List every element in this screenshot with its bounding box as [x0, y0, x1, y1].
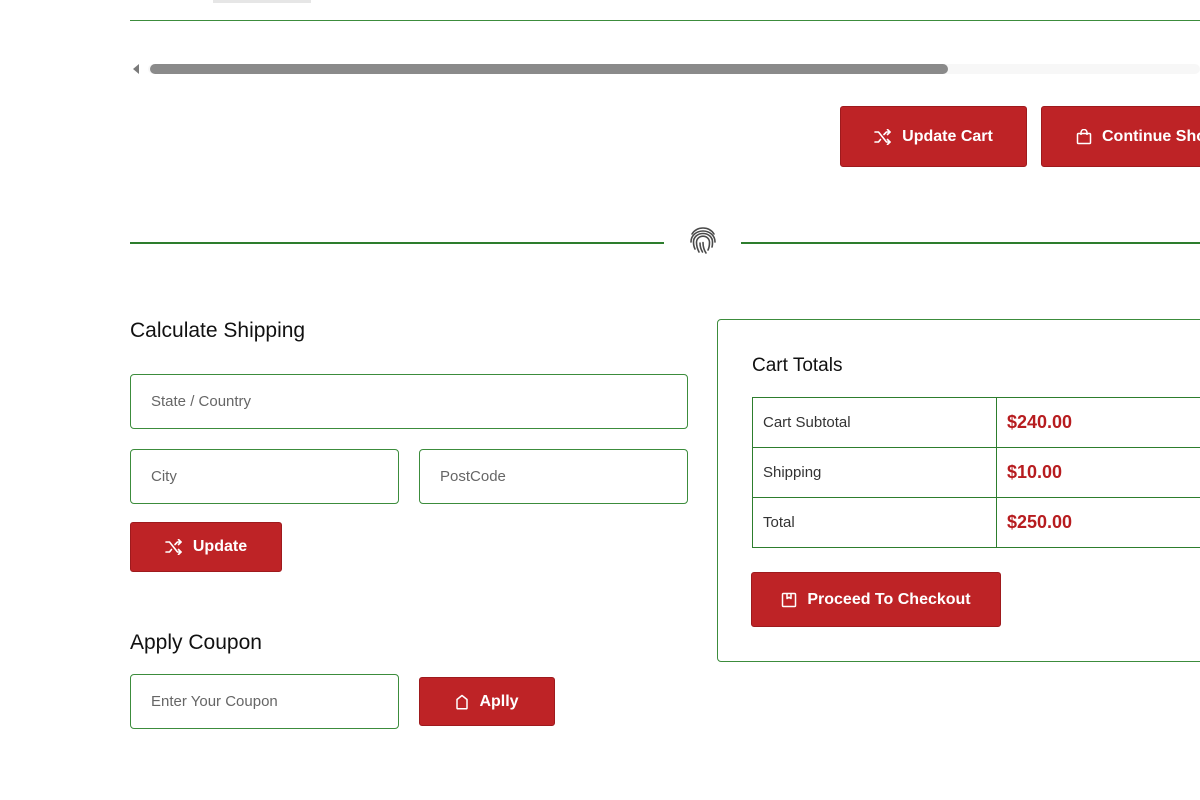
- tab-edge: [213, 0, 311, 3]
- section-divider-right: [741, 242, 1200, 244]
- continue-shopping-button[interactable]: Continue Shop: [1041, 106, 1200, 167]
- cart-page: Update Cart Continue Shop Calculate Ship…: [0, 0, 1200, 800]
- totals-row-label: Cart Subtotal: [752, 397, 997, 448]
- fingerprint-icon: [690, 227, 716, 254]
- package-icon: [782, 592, 797, 607]
- update-shipping-label: Update: [192, 538, 248, 555]
- shuffle-icon: [165, 539, 182, 555]
- apply-coupon-title: Apply Coupon: [130, 631, 262, 654]
- section-divider-left: [130, 242, 664, 244]
- totals-row-label: Total: [752, 497, 997, 548]
- table-row: Shipping $10.00: [752, 447, 1200, 498]
- tag-icon: [456, 694, 469, 710]
- table-row: Cart Subtotal $240.00: [752, 397, 1200, 448]
- state-country-input[interactable]: [130, 374, 688, 429]
- proceed-to-checkout-label: Proceed To Checkout: [807, 590, 971, 608]
- city-input[interactable]: [130, 449, 399, 504]
- cart-totals-table: Cart Subtotal $240.00 Shipping $10.00 To…: [752, 397, 1200, 548]
- proceed-to-checkout-button[interactable]: Proceed To Checkout: [751, 572, 1001, 627]
- shopping-bag-icon: [1076, 128, 1092, 144]
- coupon-input[interactable]: [130, 674, 399, 729]
- update-cart-button[interactable]: Update Cart: [840, 106, 1027, 167]
- table-bottom-rule: [130, 20, 1200, 21]
- postcode-input[interactable]: [419, 449, 688, 504]
- continue-shopping-label: Continue Shop: [1102, 127, 1200, 145]
- update-shipping-button[interactable]: Update: [130, 522, 282, 572]
- table-row: Total $250.00: [752, 497, 1200, 548]
- update-cart-label: Update Cart: [902, 127, 993, 145]
- cart-totals-title: Cart Totals: [752, 355, 843, 376]
- totals-row-label: Shipping: [752, 447, 997, 498]
- shuffle-icon: [874, 128, 891, 145]
- calculate-shipping-title: Calculate Shipping: [130, 319, 306, 342]
- totals-row-value: $240.00: [996, 397, 1200, 448]
- totals-row-value: $10.00: [996, 447, 1200, 498]
- horizontal-scrollbar[interactable]: [130, 60, 1200, 78]
- apply-coupon-label: Aplly: [479, 692, 519, 710]
- totals-row-value: $250.00: [996, 497, 1200, 548]
- scroll-left-arrow-icon[interactable]: [133, 64, 139, 74]
- scrollbar-thumb[interactable]: [150, 64, 948, 74]
- apply-coupon-button[interactable]: Aplly: [419, 677, 555, 726]
